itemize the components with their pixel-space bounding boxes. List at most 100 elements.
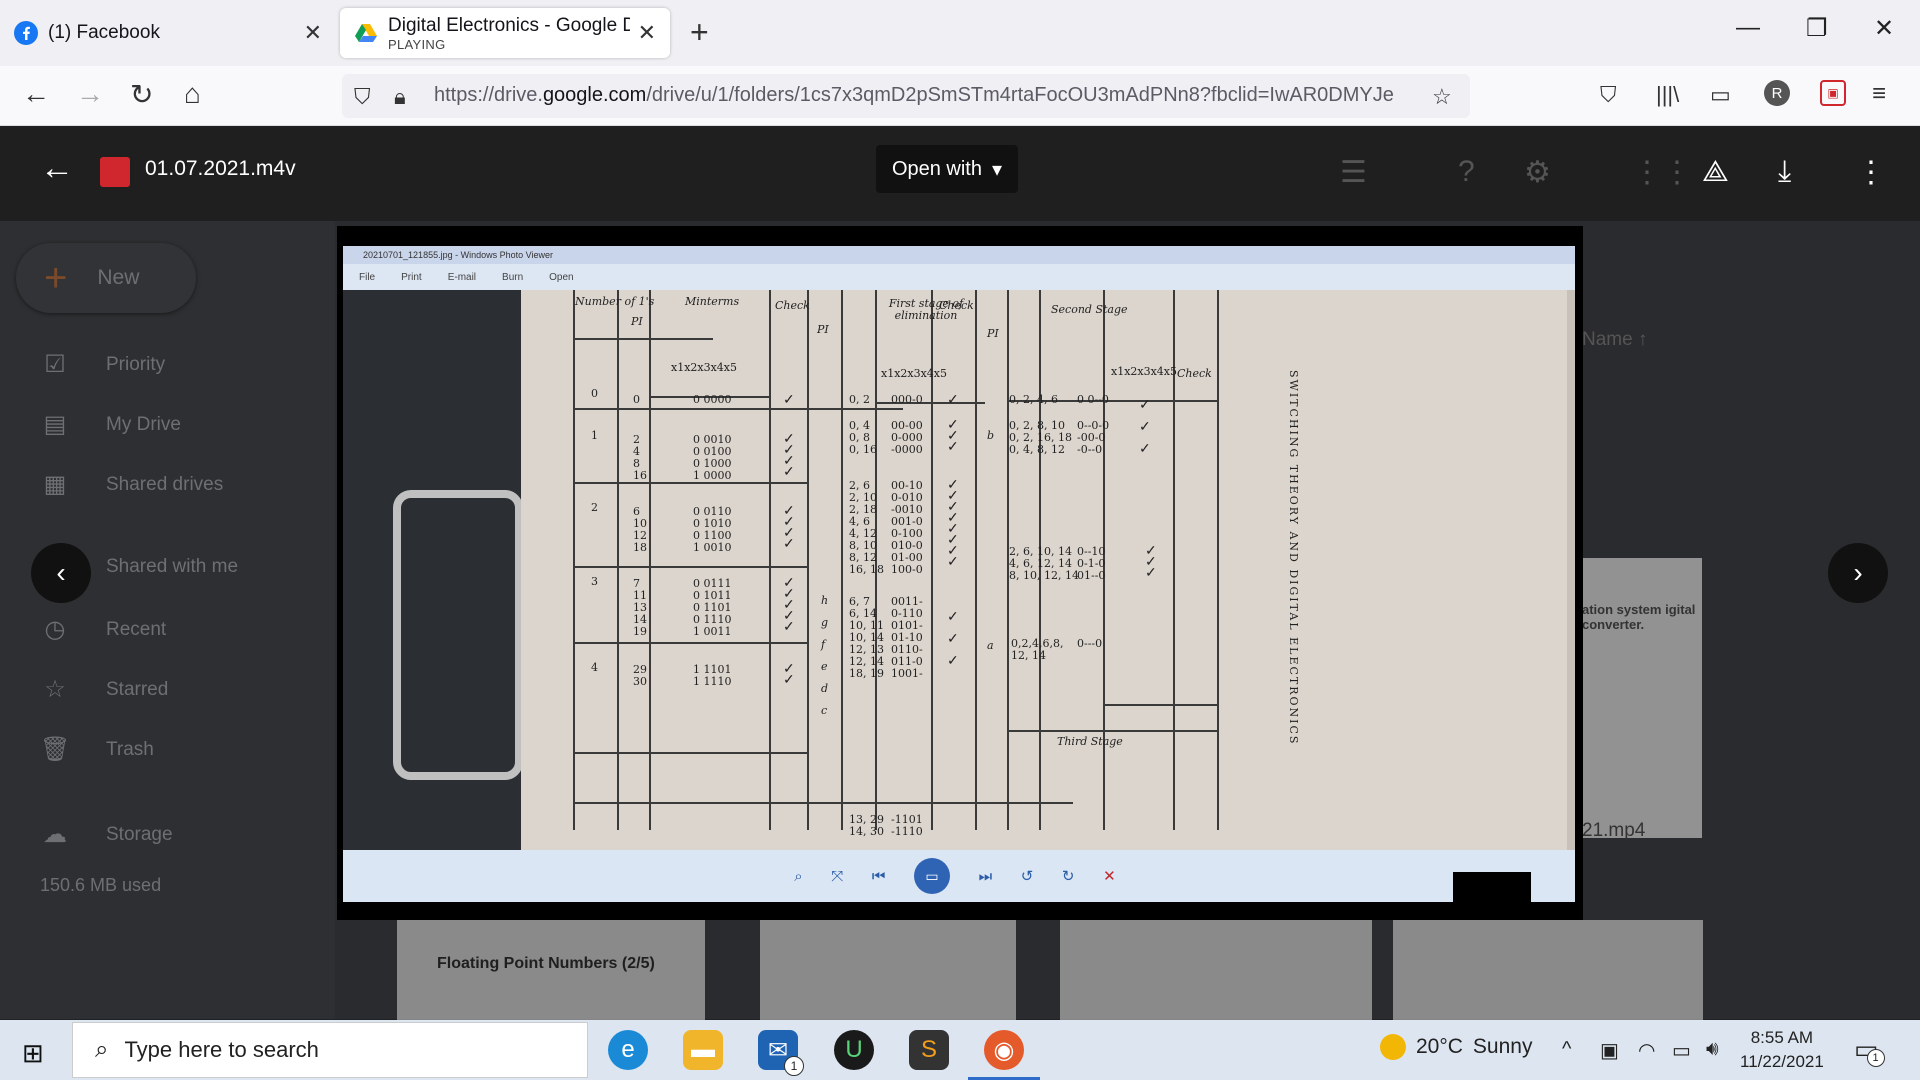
bookmark-star-icon[interactable]: ☆	[1432, 84, 1452, 110]
sidebar-item-priority[interactable]: ☑ Priority	[40, 350, 165, 379]
sidebar-item-recent[interactable]: ◷ Recent	[40, 615, 167, 644]
file-thumbnail[interactable]	[760, 920, 1016, 1020]
first-stage-pairs-2: 2, 6 2, 10 2, 18 4, 6 4, 12 8, 10 8, 12 …	[849, 479, 884, 576]
slideshow-button[interactable]: ▭	[914, 858, 951, 894]
close-tab-icon[interactable]: ✕	[304, 20, 322, 46]
group-4: 4	[591, 661, 598, 674]
url-bar[interactable]: ⛉ 🔒︎ https://drive.google.com/drive/u/1/…	[342, 74, 1470, 118]
weather-widget[interactable]: 20°C Sunny	[1380, 1034, 1532, 1060]
sun-icon	[1380, 1034, 1406, 1060]
volume-icon[interactable]: 🔊︎	[1706, 1038, 1719, 1061]
close-window-icon[interactable]: ✕	[1874, 14, 1894, 43]
name-column-header[interactable]: Name ↑	[1582, 329, 1647, 351]
black-block	[1453, 872, 1531, 902]
extension-icon[interactable]: ▣	[1820, 80, 1846, 106]
add-to-drive-icon[interactable]: ⟁	[1702, 155, 1729, 189]
second-stage-pi: b	[987, 429, 995, 442]
file-explorer-icon[interactable]: ▬	[683, 1030, 723, 1070]
previous-file-button[interactable]: ‹	[31, 543, 91, 603]
back-icon[interactable]: ←	[22, 78, 50, 110]
cloud-icon: ☁	[43, 821, 67, 848]
more-options-icon[interactable]: ⋮	[1856, 155, 1886, 190]
windows-taskbar: ⊞ ⌕ Type here to search e ▬ ✉ 1 U S ◉ 20°…	[0, 1020, 1920, 1080]
menu-email: E-mail	[447, 271, 477, 283]
viewer-header: ← 01.07.2021.m4v Open with ▾ ☰ ? ⚙ ⋮⋮ ⟁ ⤓…	[0, 127, 1920, 221]
photo-viewer-titlebar: 20210701_121855.jpg - Windows Photo View…	[343, 246, 1575, 264]
edge-icon[interactable]: e	[608, 1030, 648, 1070]
menu-burn: Burn	[502, 271, 524, 283]
video-file-icon	[100, 157, 130, 187]
file-card-name[interactable]: 21.mp4	[1582, 820, 1645, 842]
reader-view-icon[interactable]: ▭	[1710, 82, 1731, 108]
rotate-left-icon[interactable]: ↺	[1021, 867, 1034, 885]
notification-icon[interactable]: ▭ 1	[1854, 1034, 1885, 1067]
file-card-thumbnail[interactable]	[1580, 558, 1702, 838]
chevron-up-icon[interactable]: ^	[1562, 1038, 1571, 1061]
menu-file: File	[359, 271, 376, 283]
minterms-g3: 7 11 13 14 19	[633, 577, 647, 638]
wifi-icon[interactable]: ◠	[1638, 1038, 1655, 1063]
third-stage-pairs: 0,2,4,6,8, 12, 14	[1011, 637, 1064, 662]
check-marks-col3: ✓ ✓ ✓	[1145, 543, 1157, 581]
star-icon: ☆	[44, 676, 66, 703]
check-marks-col2: ✓ ✓ ✓	[947, 609, 959, 669]
bits-g2: 0 0110 0 1010 0 1100 1 0010	[693, 505, 732, 554]
system-clock[interactable]: 8:55 AM 11/22/2021	[1740, 1026, 1824, 1074]
tab-facebook[interactable]: (1) Facebook ✕	[0, 8, 336, 58]
profile-avatar[interactable]: R	[1764, 80, 1790, 106]
library-icon[interactable]: |||\	[1656, 82, 1679, 108]
previous-image-icon[interactable]: ⏮	[872, 868, 886, 885]
forward-icon[interactable]: →	[76, 78, 104, 110]
delete-icon[interactable]: ✕	[1103, 867, 1116, 885]
new-tab-button[interactable]: +	[690, 14, 709, 51]
fit-window-icon[interactable]: ⤧	[831, 868, 843, 885]
reload-icon[interactable]: ↻	[130, 78, 153, 111]
restore-icon[interactable]: ❐	[1806, 14, 1828, 43]
lock-icon[interactable]: 🔒︎	[394, 84, 406, 110]
mail-icon[interactable]: ✉ 1	[758, 1030, 804, 1076]
menu-icon[interactable]: ≡	[1872, 80, 1886, 108]
sidebar-item-my-drive[interactable]: ▤ My Drive	[40, 410, 181, 439]
back-arrow-icon[interactable]: ←	[40, 149, 74, 188]
minterms-g2: 6 10 12 18	[633, 505, 647, 554]
pocket-icon[interactable]: ⛉	[1600, 82, 1617, 108]
first-stage-pairs-4: 13, 29 14, 30	[849, 813, 884, 838]
photo-viewer-menu: File Print E-mail Burn Open	[343, 264, 1575, 290]
shield-icon[interactable]: ⛉	[354, 84, 371, 110]
first-stage-bits-2: 00-10 0-010 -0010 001-0 0-100 010-0 01-0…	[891, 479, 923, 576]
plus-icon: +	[44, 255, 68, 300]
firefox-icon[interactable]: ◉	[984, 1030, 1024, 1070]
sublime-icon[interactable]: S	[909, 1030, 949, 1070]
header-check-3: Check	[1177, 367, 1212, 380]
check-marks-col1: ✓ ✓ ✓ ✓	[783, 503, 795, 552]
home-icon[interactable]: ⌂	[184, 78, 201, 110]
windows-start-icon[interactable]: ⊞	[22, 1038, 44, 1069]
help-icon: ?	[1458, 155, 1475, 188]
header-number-of-ones: Number of 1's	[575, 295, 655, 308]
next-file-button[interactable]: ›	[1828, 543, 1888, 603]
minterms-g1: 2 4 8 16	[633, 433, 647, 482]
sidebar-item-shared-drives[interactable]: ▦ Shared drives	[40, 470, 224, 499]
zoom-icon[interactable]: ⌕	[794, 868, 802, 885]
close-tab-icon[interactable]: ✕	[638, 20, 656, 46]
sidebar-item-starred[interactable]: ☆ Starred	[40, 675, 168, 704]
meet-now-icon[interactable]: ▣	[1600, 1038, 1619, 1063]
minimize-icon[interactable]: —	[1736, 14, 1760, 42]
url-text[interactable]: https://drive.google.com/drive/u/1/folde…	[434, 84, 1434, 107]
tab-title: (1) Facebook	[48, 22, 160, 43]
tab-title: Digital Electronics - Google Driv	[388, 14, 630, 36]
file-thumbnail[interactable]	[1060, 920, 1372, 1020]
next-image-icon[interactable]: ⏭	[979, 868, 993, 885]
open-with-button[interactable]: Open with ▾	[876, 145, 1018, 193]
download-icon[interactable]: ⤓	[1778, 155, 1791, 189]
taskbar-search[interactable]: ⌕ Type here to search	[72, 1022, 588, 1078]
tab-google-drive[interactable]: Digital Electronics - Google Driv PLAYIN…	[340, 8, 670, 58]
new-button[interactable]: + New	[16, 243, 196, 313]
battery-icon[interactable]: ▭	[1672, 1038, 1691, 1063]
sidebar-item-trash[interactable]: 🗑︎ Trash	[40, 735, 154, 764]
sidebar-item-storage[interactable]: ☁ Storage	[40, 820, 173, 849]
upwork-icon[interactable]: U	[834, 1030, 874, 1070]
rotate-right-icon[interactable]: ↻	[1062, 867, 1075, 885]
shared-drives-icon: ▦	[43, 471, 67, 498]
file-thumbnail[interactable]	[1393, 920, 1703, 1020]
